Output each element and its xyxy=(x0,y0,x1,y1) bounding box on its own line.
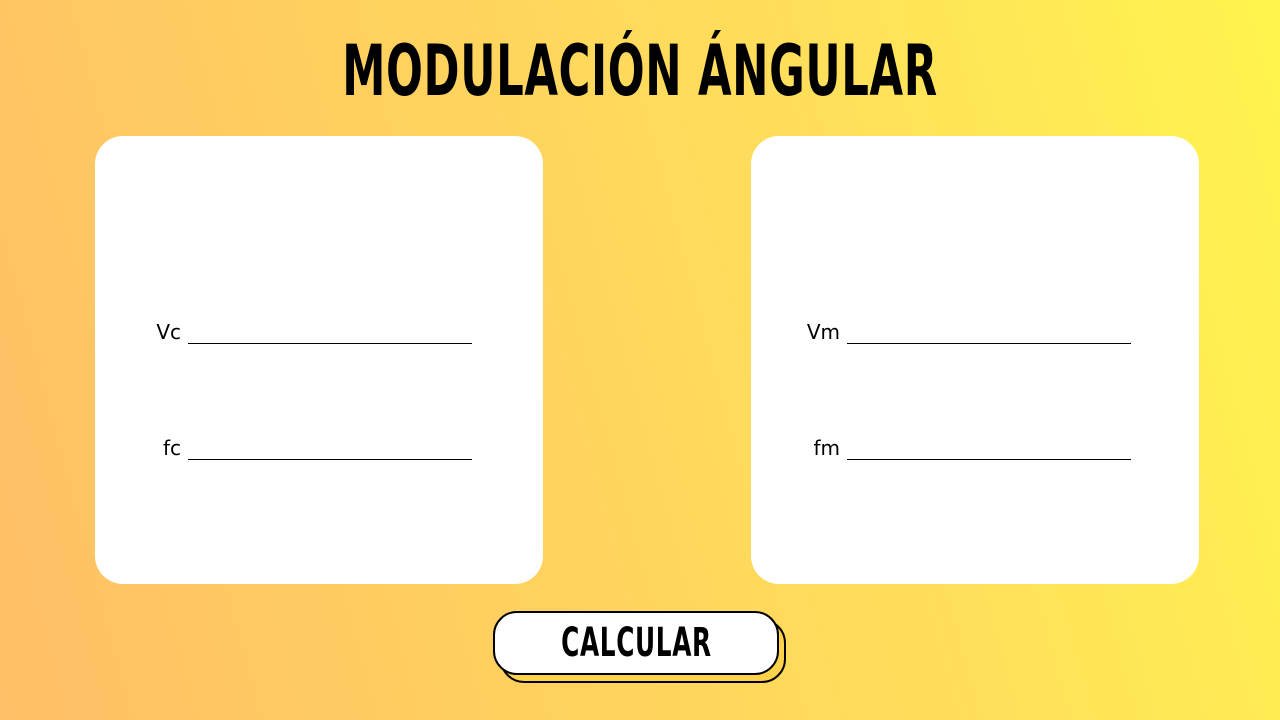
calculate-button[interactable]: CALCULAR xyxy=(493,611,779,675)
fm-field: fm xyxy=(804,420,1134,460)
vc-field: Vc xyxy=(145,304,475,344)
modulating-card: Vm fm xyxy=(751,136,1199,584)
fm-input[interactable] xyxy=(847,434,1131,460)
page-title: MODULACIÓN ÁNGULAR xyxy=(342,30,938,112)
vm-field: Vm xyxy=(804,304,1134,344)
fc-field: fc xyxy=(145,420,475,460)
vc-label: Vc xyxy=(156,320,181,344)
fc-input[interactable] xyxy=(188,434,472,460)
carrier-card: Vc fc xyxy=(95,136,543,584)
calculate-button-label: CALCULAR xyxy=(560,620,712,666)
vc-input[interactable] xyxy=(188,318,472,344)
fc-label: fc xyxy=(162,436,181,460)
fm-label: fm xyxy=(813,436,840,460)
vm-input[interactable] xyxy=(847,318,1131,344)
vm-label: Vm xyxy=(806,320,840,344)
